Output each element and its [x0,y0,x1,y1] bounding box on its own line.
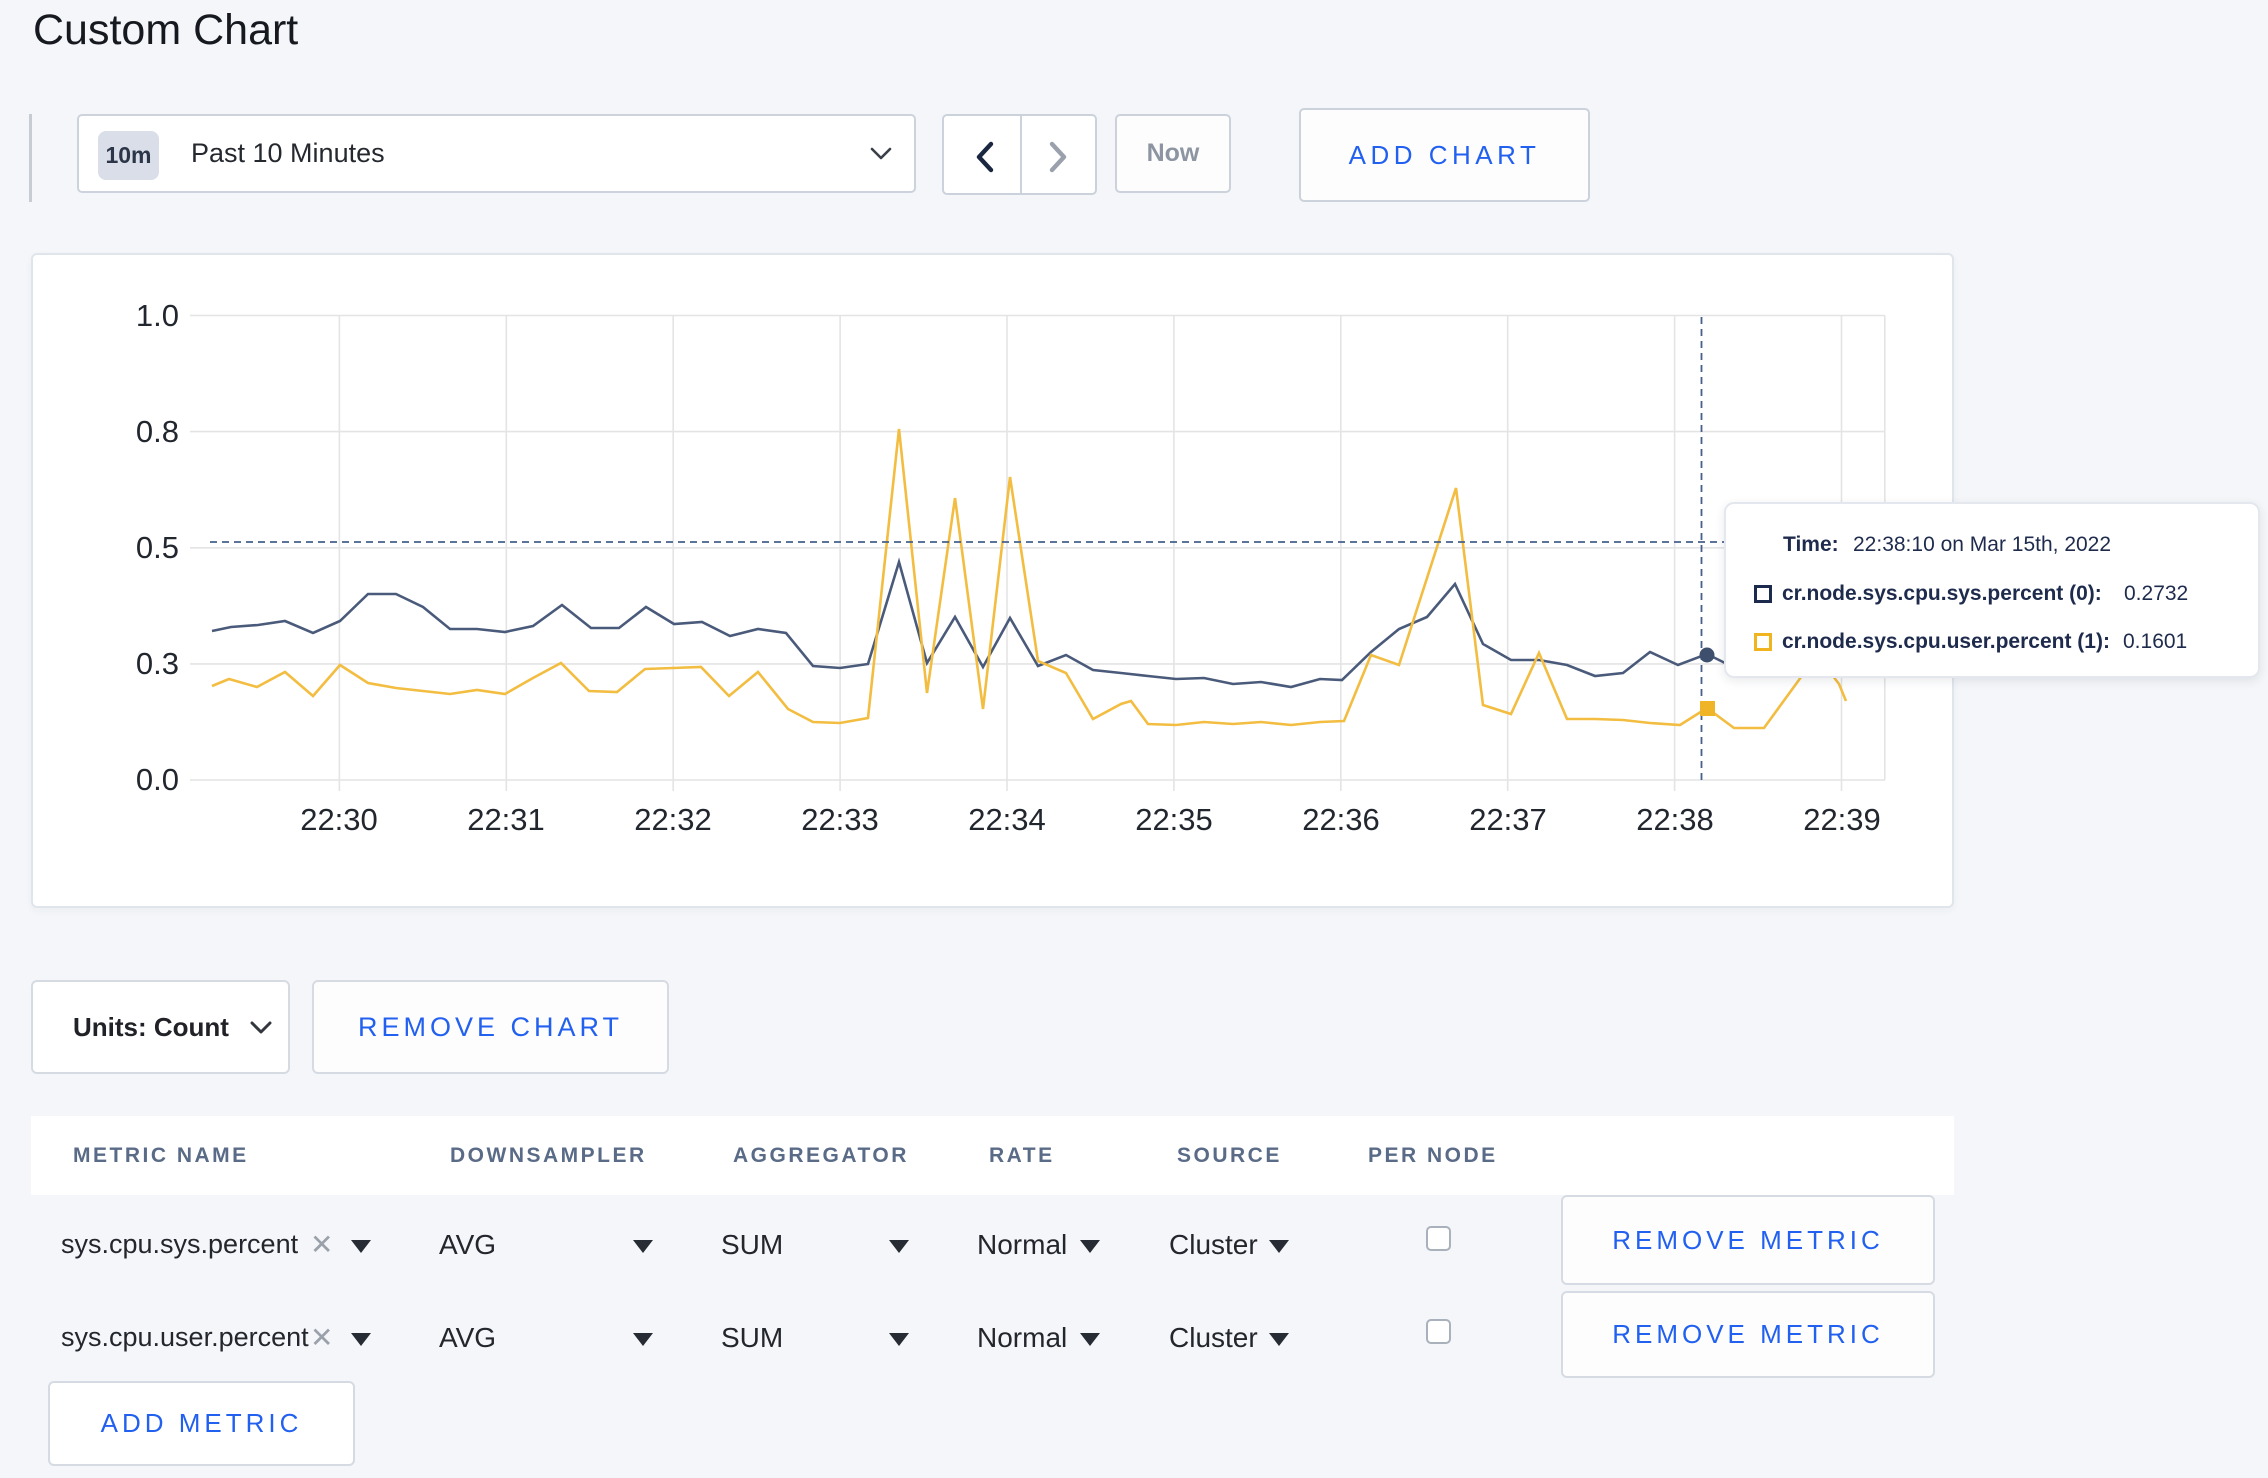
svg-text:22:34: 22:34 [968,802,1046,837]
svg-text:22:36: 22:36 [1302,802,1380,837]
svg-text:22:37: 22:37 [1469,802,1547,837]
svg-text:1.0: 1.0 [136,298,179,333]
svg-text:22:32: 22:32 [634,802,712,837]
svg-text:0.5: 0.5 [136,530,179,565]
svg-text:22:33: 22:33 [801,802,879,837]
svg-text:0.3: 0.3 [136,646,179,681]
svg-text:22:30: 22:30 [300,802,378,837]
svg-text:22:38: 22:38 [1636,802,1714,837]
svg-text:0.0: 0.0 [136,762,179,797]
svg-text:22:39: 22:39 [1803,802,1881,837]
svg-text:22:31: 22:31 [467,802,545,837]
svg-text:22:35: 22:35 [1135,802,1213,837]
svg-text:0.8: 0.8 [136,414,179,449]
